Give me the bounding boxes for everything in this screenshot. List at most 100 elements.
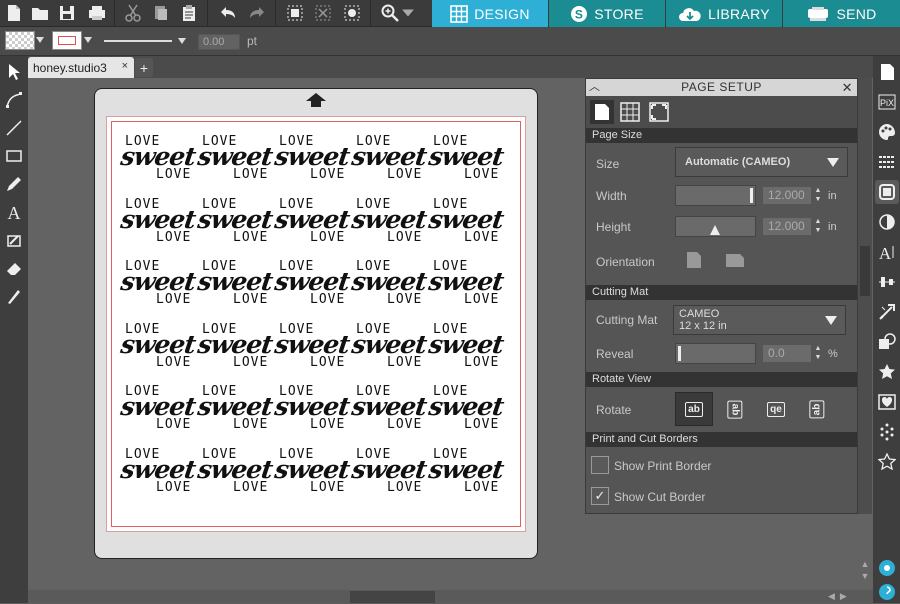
love-sweet-love-design[interactable]: LOVE sweet LOVE bbox=[427, 318, 505, 378]
love-sweet-love-design[interactable]: LOVE sweet LOVE bbox=[196, 380, 274, 440]
love-sweet-love-design[interactable]: LOVE sweet LOVE bbox=[350, 193, 428, 253]
love-sweet-love-design[interactable]: LOVE sweet LOVE bbox=[119, 318, 197, 378]
line-width-input[interactable]: 0.00 bbox=[198, 34, 240, 50]
grid-settings-tab-icon[interactable] bbox=[618, 100, 642, 124]
love-sweet-love-design[interactable]: LOVE sweet LOVE bbox=[350, 130, 428, 190]
love-sweet-love-design[interactable]: LOVE sweet LOVE bbox=[273, 130, 351, 190]
rotate-90-button[interactable]: ab bbox=[716, 392, 754, 426]
line-color-dropdown-icon[interactable] bbox=[84, 37, 92, 43]
love-sweet-love-design[interactable]: LOVE sweet LOVE bbox=[427, 130, 505, 190]
fill-color-swatch[interactable] bbox=[5, 31, 35, 50]
rotate-270-button[interactable]: ab bbox=[798, 392, 836, 426]
zoom-icon[interactable] bbox=[379, 2, 401, 24]
cut-icon[interactable] bbox=[122, 2, 144, 24]
line-tool-icon[interactable] bbox=[2, 116, 26, 140]
transform-icon[interactable] bbox=[875, 300, 899, 324]
modify-icon[interactable] bbox=[875, 330, 899, 354]
width-slider[interactable] bbox=[675, 185, 756, 206]
love-sweet-love-design[interactable]: LOVE sweet LOVE bbox=[350, 318, 428, 378]
love-sweet-love-design[interactable]: LOVE sweet LOVE bbox=[273, 193, 351, 253]
portrait-orientation-icon[interactable] bbox=[686, 251, 702, 269]
paste-icon[interactable] bbox=[178, 2, 200, 24]
show-print-border-checkbox[interactable] bbox=[591, 456, 609, 474]
select-all-icon[interactable] bbox=[341, 2, 363, 24]
close-panel-icon[interactable]: ✕ bbox=[842, 79, 853, 96]
zoom-dropdown-icon[interactable] bbox=[401, 2, 415, 24]
tab-design[interactable]: DESIGN bbox=[432, 0, 548, 27]
horizontal-scroll-thumb[interactable] bbox=[350, 591, 435, 603]
love-sweet-love-design[interactable]: LOVE sweet LOVE bbox=[427, 193, 505, 253]
landscape-orientation-icon[interactable] bbox=[725, 253, 745, 268]
replicate-icon[interactable] bbox=[875, 420, 899, 444]
vertical-scroll-arrows[interactable]: ▲ ▼ bbox=[859, 558, 871, 588]
undo-icon[interactable] bbox=[217, 2, 239, 24]
rotate-0-button[interactable]: ab bbox=[675, 392, 713, 426]
love-sweet-love-design[interactable]: LOVE sweet LOVE bbox=[196, 318, 274, 378]
love-sweet-love-design[interactable]: LOVE sweet LOVE bbox=[119, 130, 197, 190]
horizontal-scrollbar[interactable] bbox=[28, 590, 873, 603]
rotate-180-button[interactable]: qe bbox=[757, 392, 795, 426]
copy-icon[interactable] bbox=[150, 2, 172, 24]
page-size-select[interactable]: Automatic (CAMEO) bbox=[675, 147, 848, 177]
knife-tool-icon[interactable] bbox=[2, 284, 26, 308]
collapse-chevron-icon[interactable]: ︿ bbox=[589, 79, 601, 96]
document-tab[interactable]: honey.studio3 × bbox=[28, 57, 134, 78]
edit-points-icon[interactable] bbox=[2, 88, 26, 112]
love-sweet-love-design[interactable]: LOVE sweet LOVE bbox=[119, 443, 197, 503]
redo-icon[interactable] bbox=[246, 2, 268, 24]
save-icon[interactable] bbox=[56, 2, 78, 24]
tab-send[interactable]: SEND bbox=[783, 0, 900, 27]
rectangle-tool-icon[interactable] bbox=[2, 144, 26, 168]
love-sweet-love-design[interactable]: LOVE sweet LOVE bbox=[196, 255, 274, 315]
trace-icon[interactable] bbox=[875, 390, 899, 414]
love-sweet-love-design[interactable]: LOVE sweet LOVE bbox=[427, 443, 505, 503]
line-style-icon[interactable] bbox=[875, 150, 899, 174]
cutting-mat-select[interactable]: CAMEO 12 x 12 in bbox=[673, 305, 846, 335]
height-slider[interactable] bbox=[675, 216, 756, 237]
add-tab-button[interactable]: + bbox=[135, 58, 153, 77]
love-sweet-love-design[interactable]: LOVE sweet LOVE bbox=[427, 380, 505, 440]
pixscan-icon[interactable]: PiX bbox=[875, 90, 899, 114]
show-cut-border-checkbox[interactable]: ✓ bbox=[591, 487, 609, 505]
page-setup-tab-icon[interactable] bbox=[590, 100, 614, 124]
love-sweet-love-design[interactable]: LOVE sweet LOVE bbox=[196, 443, 274, 503]
settings-gear-icon[interactable] bbox=[875, 556, 899, 580]
width-input[interactable]: 12.000 bbox=[762, 186, 812, 205]
open-folder-icon[interactable] bbox=[29, 2, 51, 24]
text-tool-icon[interactable]: A bbox=[2, 200, 26, 224]
pencil-tool-icon[interactable] bbox=[2, 172, 26, 196]
horizontal-scroll-arrows[interactable]: ◀ ▶ bbox=[828, 590, 872, 603]
transparency-icon[interactable] bbox=[875, 210, 899, 234]
fill-dropdown-icon[interactable] bbox=[36, 37, 44, 43]
tab-store[interactable]: S STORE bbox=[549, 0, 665, 27]
print-icon[interactable] bbox=[86, 2, 108, 24]
offset-star-icon[interactable] bbox=[875, 360, 899, 384]
line-style-select[interactable] bbox=[100, 33, 188, 50]
help-icon[interactable] bbox=[875, 580, 899, 604]
page-setup-panel-icon[interactable] bbox=[875, 60, 899, 84]
love-sweet-love-design[interactable]: LOVE sweet LOVE bbox=[196, 193, 274, 253]
love-sweet-love-design[interactable]: LOVE sweet LOVE bbox=[350, 380, 428, 440]
love-sweet-love-design[interactable]: LOVE sweet LOVE bbox=[350, 443, 428, 503]
text-style-icon[interactable]: A bbox=[875, 240, 899, 264]
align-icon[interactable] bbox=[875, 270, 899, 294]
love-sweet-love-design[interactable]: LOVE sweet LOVE bbox=[119, 380, 197, 440]
eraser-tool-icon[interactable] bbox=[2, 256, 26, 280]
fill-panel-icon[interactable] bbox=[875, 180, 899, 204]
love-sweet-love-design[interactable]: LOVE sweet LOVE bbox=[273, 318, 351, 378]
group-icon[interactable] bbox=[284, 2, 306, 24]
love-sweet-love-design[interactable]: LOVE sweet LOVE bbox=[427, 255, 505, 315]
height-stepper[interactable]: ▲ ▼ bbox=[814, 217, 822, 236]
reveal-stepper[interactable]: ▲ ▼ bbox=[814, 344, 822, 363]
width-stepper[interactable]: ▲ ▼ bbox=[814, 186, 822, 205]
line-color-swatch[interactable] bbox=[52, 31, 82, 50]
love-sweet-love-design[interactable]: LOVE sweet LOVE bbox=[196, 130, 274, 190]
select-arrow-icon[interactable] bbox=[2, 60, 26, 84]
palette-icon[interactable] bbox=[875, 120, 899, 144]
height-input[interactable]: 12.000 bbox=[762, 217, 812, 236]
registration-marks-tab-icon[interactable] bbox=[647, 100, 671, 124]
love-sweet-love-design[interactable]: LOVE sweet LOVE bbox=[273, 255, 351, 315]
panel-scrollbar[interactable] bbox=[858, 78, 872, 514]
love-sweet-love-design[interactable]: LOVE sweet LOVE bbox=[273, 443, 351, 503]
tab-library[interactable]: LIBRARY bbox=[666, 0, 782, 27]
